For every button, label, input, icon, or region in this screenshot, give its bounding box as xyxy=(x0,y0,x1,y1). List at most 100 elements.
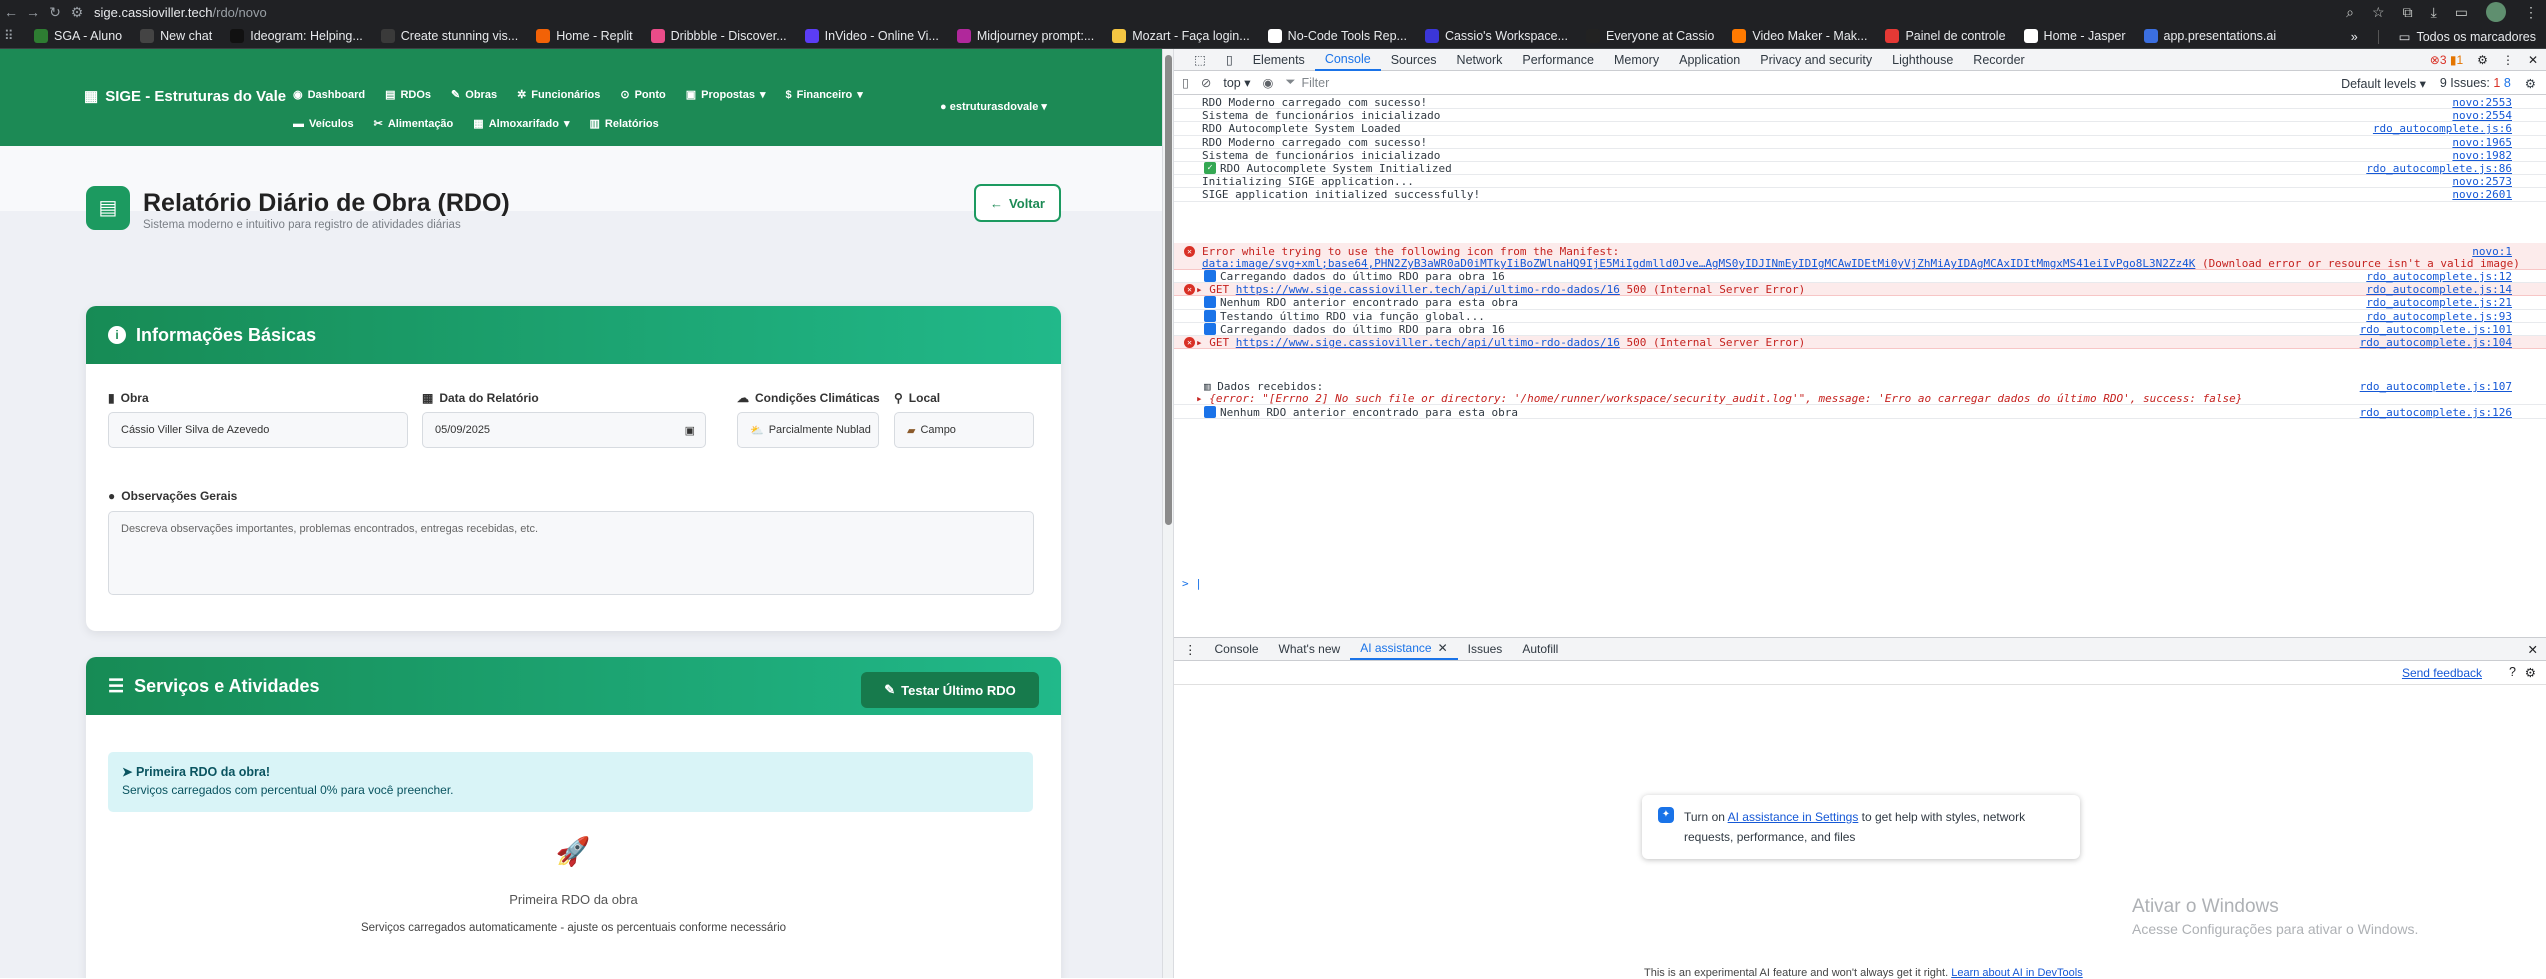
drawer-tab[interactable]: Console xyxy=(1205,638,1269,660)
more-icon[interactable]: ⋮ xyxy=(2502,53,2514,67)
bookmark-item[interactable]: Video Maker - Mak... xyxy=(1732,29,1867,43)
nav-item[interactable]: ✎ Obras xyxy=(451,88,497,102)
test-last-rdo-button[interactable]: ✎ Testar Último RDO xyxy=(861,672,1039,708)
devtools-tab[interactable]: Sources xyxy=(1381,49,1447,71)
inspect-icon[interactable]: ⬚ xyxy=(1184,49,1216,71)
obra-select[interactable]: Cássio Viller Silva de Azevedo xyxy=(108,412,408,448)
source-link[interactable]: novo:1965 xyxy=(2452,136,2512,149)
extensions-icon[interactable]: ⧉ xyxy=(2403,4,2413,21)
bookmark-item[interactable]: app.presentations.ai xyxy=(2143,29,2276,43)
more-icon[interactable]: ⋮ xyxy=(2524,4,2538,21)
scrollbar-thumb[interactable] xyxy=(1165,55,1172,525)
all-bookmarks[interactable]: ▭ Todos os marcadores xyxy=(2399,29,2536,45)
settings-icon[interactable]: ⚙ xyxy=(2477,53,2488,67)
back-button[interactable]: ← Voltar xyxy=(974,184,1061,222)
source-link[interactable]: rdo_autocomplete.js:12 xyxy=(2366,270,2512,283)
nav-item[interactable]: $ Financeiro ▾ xyxy=(785,88,862,102)
close-tab-icon[interactable]: ✕ xyxy=(1438,641,1448,655)
calendar-picker-icon[interactable]: ▣ xyxy=(685,424,695,437)
bookmark-item[interactable]: InVideo - Online Vi... xyxy=(804,29,939,43)
request-url-link[interactable]: https://www.sige.cassioviller.tech/api/u… xyxy=(1236,283,1620,296)
address-bar[interactable]: sige.cassioviller.tech/rdo/novo xyxy=(94,0,267,24)
help-icon[interactable]: ? xyxy=(2509,665,2516,679)
download-icon[interactable]: ⤓ xyxy=(2431,4,2437,21)
filter-input[interactable]: ⏷ Filter xyxy=(1285,74,2225,92)
source-link[interactable]: novo:2601 xyxy=(2452,188,2512,201)
bookmark-item[interactable]: Everyone at Cassio xyxy=(1585,29,1714,43)
manifest-icon-link[interactable]: data:image/svg+xml;base64,PHN2ZyB3aWR0aD… xyxy=(1202,257,2195,270)
request-url-link[interactable]: https://www.sige.cassioviller.tech/api/u… xyxy=(1236,336,1620,349)
devtools-tab[interactable]: Application xyxy=(1669,49,1750,71)
close-drawer-icon[interactable]: ✕ xyxy=(2528,642,2538,657)
drawer-menu-icon[interactable]: ⋮ xyxy=(1184,642,1197,657)
apps-grid-icon[interactable]: ⠿ xyxy=(4,28,16,44)
device-toggle-icon[interactable]: ▯ xyxy=(1216,49,1243,71)
ai-settings-link[interactable]: AI assistance in Settings xyxy=(1728,810,1859,824)
levels-select[interactable]: Default levels ▾ xyxy=(2341,76,2426,91)
source-link[interactable]: rdo_autocomplete.js:126 xyxy=(2360,406,2512,419)
nav-item[interactable]: ▬ Veículos xyxy=(293,117,354,130)
settings-icon[interactable]: ⚙ xyxy=(2525,76,2536,91)
devtools-tab[interactable]: Lighthouse xyxy=(1882,49,1963,71)
source-link[interactable]: novo:2573 xyxy=(2452,175,2512,188)
drawer-tab[interactable]: What's new xyxy=(1269,638,1351,660)
learn-ai-link[interactable]: Learn about AI in DevTools xyxy=(1951,967,2082,979)
bookmark-item[interactable]: Mozart - Faça login... xyxy=(1112,29,1250,43)
expand-arrow-icon[interactable]: ▸ xyxy=(1196,336,1209,349)
devtools-tab[interactable]: Recorder xyxy=(1963,49,2034,71)
bookmark-item[interactable]: Painel de controle xyxy=(1885,29,2006,43)
bookmark-item[interactable]: Cassio's Workspace... xyxy=(1424,29,1568,43)
source-link[interactable]: rdo_autocomplete.js:86 xyxy=(2366,162,2512,175)
bookmark-item[interactable]: Home - Replit xyxy=(536,29,633,43)
console-prompt[interactable]: > | xyxy=(1182,577,1202,590)
source-link[interactable]: rdo_autocomplete.js:93 xyxy=(2366,310,2512,323)
devtools-tab[interactable]: Elements xyxy=(1243,49,1315,71)
nav-item[interactable]: ✲ Funcionários xyxy=(517,88,600,102)
settings-icon[interactable]: ⚙ xyxy=(2525,665,2536,680)
error-counter[interactable]: ⊗3 ▮1 xyxy=(2430,53,2463,67)
nav-item[interactable]: ▦ Almoxarifado ▾ xyxy=(473,117,569,131)
sidepanel-icon[interactable]: ▭ xyxy=(2455,4,2468,21)
local-select[interactable]: ▰ Campo xyxy=(894,412,1034,448)
devtools-tab[interactable]: Memory xyxy=(1604,49,1669,71)
nav-item[interactable]: ▥ Relatórios xyxy=(590,117,659,131)
context-select[interactable]: top ▾ xyxy=(1223,75,1250,90)
drawer-tab[interactable]: Issues xyxy=(1458,638,1513,660)
send-feedback-link[interactable]: Send feedback xyxy=(2402,666,2482,680)
weather-select[interactable]: ⛅ Parcialmente Nublad xyxy=(737,412,879,448)
source-link[interactable]: rdo_autocomplete.js:6 xyxy=(2373,122,2512,135)
bookmark-item[interactable]: Home - Jasper xyxy=(2023,29,2126,43)
bookmark-item[interactable]: Dribbble - Discover... xyxy=(650,29,787,43)
expandable-object[interactable]: ▸ {error: "[Errno 2] No such file or dir… xyxy=(1196,392,2242,405)
obs-textarea[interactable]: Descreva observações importantes, proble… xyxy=(108,511,1034,595)
source-link[interactable]: rdo_autocomplete.js:107 xyxy=(2360,380,2512,393)
bookmark-item[interactable]: No-Code Tools Rep... xyxy=(1267,29,1407,43)
site-info-icon[interactable]: ⚙ xyxy=(66,4,88,21)
source-link[interactable]: rdo_autocomplete.js:21 xyxy=(2366,296,2512,309)
close-icon[interactable]: ✕ xyxy=(2528,53,2538,67)
source-link[interactable]: rdo_autocomplete.js:104 xyxy=(2360,336,2512,349)
source-link[interactable]: rdo_autocomplete.js:14 xyxy=(2366,283,2512,296)
issues-counter[interactable]: 9 Issues: 1 8 xyxy=(2440,76,2511,90)
nav-item[interactable]: ◉ Dashboard xyxy=(293,88,365,102)
reload-icon[interactable]: ↻ xyxy=(44,4,66,21)
expand-arrow-icon[interactable]: ▸ xyxy=(1196,283,1209,296)
devtools-tab[interactable]: Performance xyxy=(1512,49,1604,71)
brand-link[interactable]: ▦ SIGE - Estruturas do Vale xyxy=(84,87,286,106)
drawer-tab[interactable]: AI assistance ✕ xyxy=(1350,638,1458,660)
source-link[interactable]: rdo_autocomplete.js:101 xyxy=(2360,323,2512,336)
forward-icon[interactable]: → xyxy=(22,4,44,20)
date-input[interactable]: 05/09/2025 ▣ xyxy=(422,412,706,448)
source-link[interactable]: novo:1982 xyxy=(2452,149,2512,162)
bookmark-item[interactable]: SGA - Aluno xyxy=(34,29,122,43)
chevron-more-icon[interactable]: » xyxy=(2351,30,2358,44)
bookmark-item[interactable]: Ideogram: Helping... xyxy=(230,29,363,43)
nav-item[interactable]: ▣ Propostas ▾ xyxy=(686,88,766,102)
bookmark-item[interactable]: Midjourney prompt:... xyxy=(956,29,1094,43)
devtools-tab[interactable]: Privacy and security xyxy=(1750,49,1882,71)
search-icon[interactable]: ⌕ xyxy=(2346,4,2354,21)
user-menu[interactable]: ● estruturasdovale ▾ xyxy=(940,100,1047,113)
sidebar-toggle-icon[interactable]: ▯ xyxy=(1182,75,1189,90)
drawer-tab[interactable]: Autofill xyxy=(1512,638,1568,660)
page-scrollbar[interactable] xyxy=(1162,49,1174,978)
